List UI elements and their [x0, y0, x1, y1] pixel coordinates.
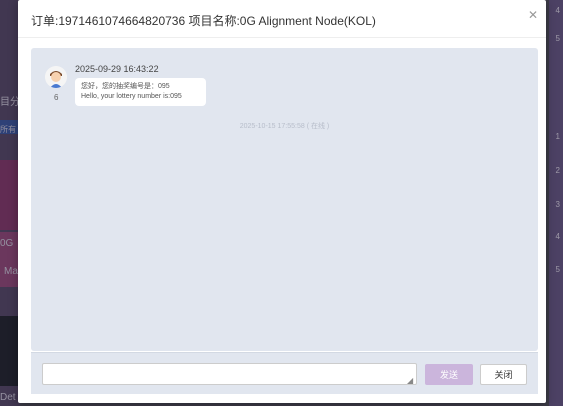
message-line: 您好，您的抽奖编号是：095	[81, 83, 170, 90]
reply-footer: ◢ 发送 关闭	[31, 352, 538, 394]
person-avatar-icon	[45, 66, 67, 88]
avatar-id: 6	[54, 93, 59, 102]
close-icon[interactable]: ✕	[528, 8, 538, 22]
online-status: 2025-10-15 17:55:58 ( 在线 )	[239, 123, 330, 130]
send-button[interactable]: 发送	[425, 364, 473, 385]
message-line: Hello, your lottery number is:095	[81, 93, 182, 100]
close-button[interactable]: 关闭	[480, 364, 527, 385]
modal-header: 订单:1971461074664820736 项目名称:0G Alignment…	[18, 0, 546, 38]
message-bubble: 您好，您的抽奖编号是：095 Hello, your lottery numbe…	[75, 78, 206, 106]
message-timestamp: 2025-09-29 16:43:22	[75, 64, 159, 74]
chat-area[interactable]: 6 2025-09-29 16:43:22 您好，您的抽奖编号是：095 Hel…	[31, 48, 538, 351]
avatar	[45, 66, 67, 88]
modal-title: 订单:1971461074664820736 项目名称:0G Alignment…	[31, 14, 376, 28]
reply-input[interactable]	[42, 363, 417, 385]
chat-modal: 订单:1971461074664820736 项目名称:0G Alignment…	[18, 0, 546, 403]
